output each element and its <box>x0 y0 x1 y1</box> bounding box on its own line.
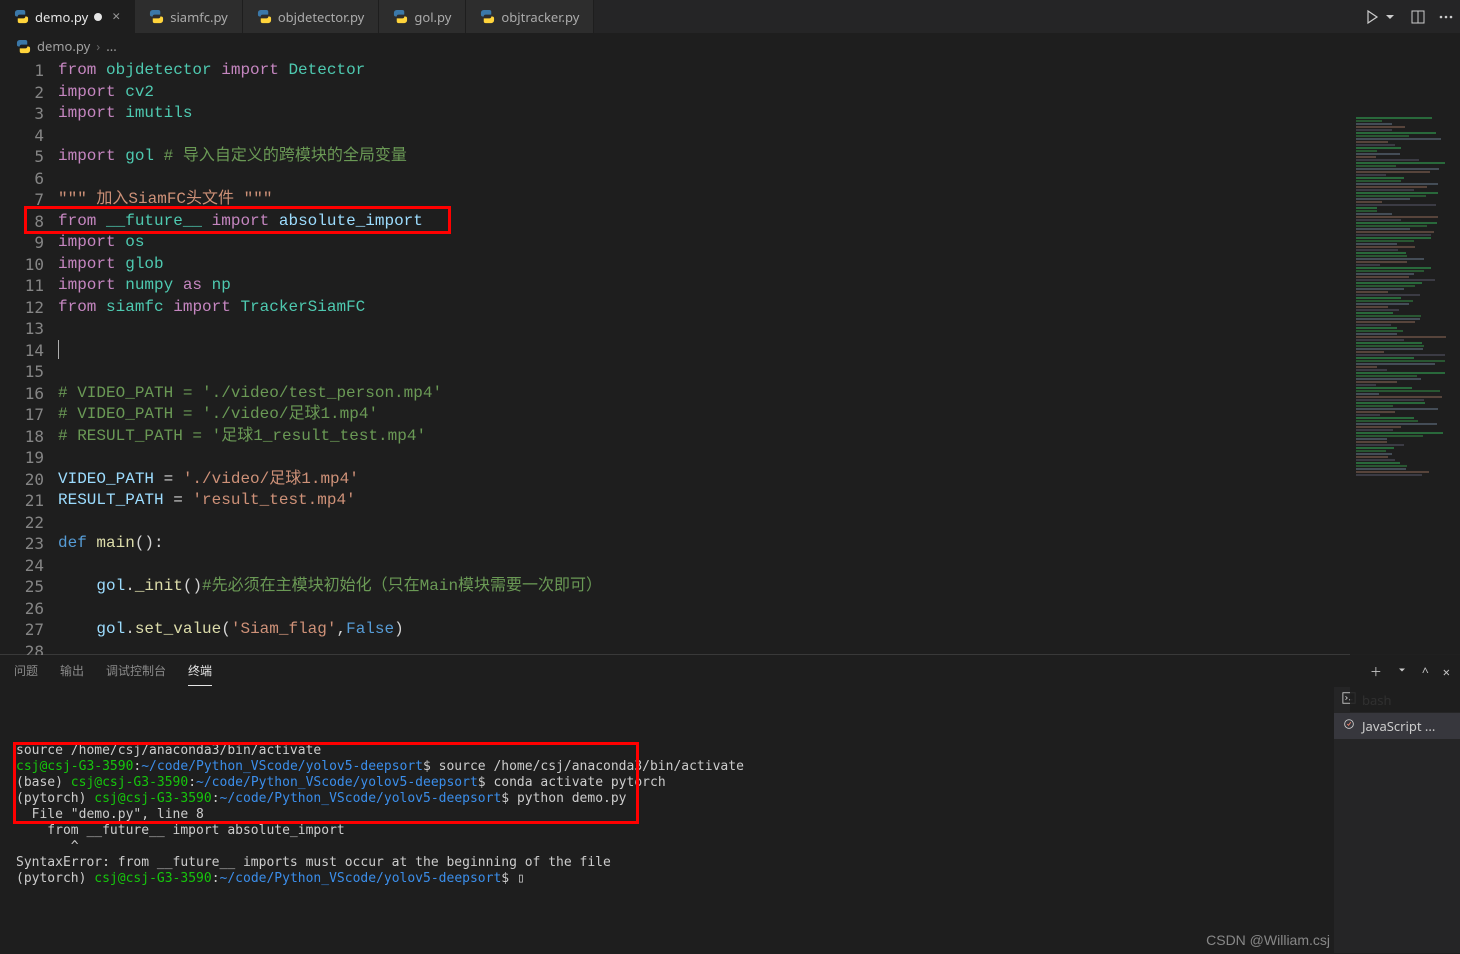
code-content[interactable]: from objdetector import Detectorimport c… <box>58 58 1460 654</box>
shell-label: JavaScript ... <box>1362 717 1435 735</box>
code-line: from objdetector import Detector <box>58 60 1460 82</box>
code-line: from siamfc import TrackerSiamFC <box>58 297 1460 319</box>
code-line: import os <box>58 232 1460 254</box>
tab-demo-py[interactable]: demo.py × <box>0 0 135 33</box>
terminal-output[interactable]: source /home/csj/anaconda3/bin/activatec… <box>0 687 1334 953</box>
panel-tab-终端[interactable]: 终端 <box>188 656 212 686</box>
minimap[interactable] <box>1350 116 1460 712</box>
code-line: # VIDEO_PATH = './video/test_person.mp4' <box>58 383 1460 405</box>
python-icon <box>16 39 31 54</box>
maximize-panel-button[interactable]: ^ <box>1422 663 1429 680</box>
code-line: VIDEO_PATH = './video/足球1.mp4' <box>58 469 1460 491</box>
code-line: import cv2 <box>58 82 1460 104</box>
code-line: """ 加入SiamFC头文件 """ <box>58 189 1460 211</box>
code-line <box>58 447 1460 469</box>
code-line: import gol # 导入自定义的跨模块的全局变量 <box>58 146 1460 168</box>
code-line: import glob <box>58 254 1460 276</box>
terminal: source /home/csj/anaconda3/bin/activatec… <box>0 687 1460 953</box>
run-button[interactable] <box>1364 9 1380 25</box>
code-line: # RESULT_PATH = '足球1_result_test.mp4' <box>58 426 1460 448</box>
code-line: from __future__ import absolute_import <box>58 211 1460 233</box>
panel-tab-bar: 问题输出调试控制台终端 ＋ ^ ✕ <box>0 655 1460 687</box>
code-line: # VIDEO_PATH = './video/足球1.mp4' <box>58 404 1460 426</box>
terminal-line: (base) csj@csj-G3-3590:~/code/Python_VSc… <box>16 775 1318 791</box>
tab-label: objdetector.py <box>278 8 365 26</box>
more-actions-button[interactable] <box>1438 9 1454 25</box>
python-icon <box>393 9 408 24</box>
panel-tab-输出[interactable]: 输出 <box>60 656 84 686</box>
terminal-line: csj@csj-G3-3590:~/code/Python_VScode/yol… <box>16 759 1318 775</box>
split-editor-button[interactable] <box>1410 9 1426 25</box>
panel-tab-问题[interactable]: 问题 <box>14 656 38 686</box>
dirty-indicator <box>94 13 102 21</box>
run-dropdown[interactable] <box>1382 9 1398 25</box>
terminal-dropdown[interactable] <box>1396 663 1408 680</box>
tab-label: objtracker.py <box>501 8 579 26</box>
code-line <box>58 340 1460 362</box>
tab-objtracker-py[interactable]: objtracker.py <box>466 0 594 33</box>
python-icon <box>480 9 495 24</box>
code-line <box>58 168 1460 190</box>
watermark: CSDN @William.csj <box>1206 932 1330 948</box>
shell-JavaScript-[interactable]: JavaScript ... <box>1334 713 1460 739</box>
code-line: def main(): <box>58 533 1460 555</box>
code-line <box>58 125 1460 147</box>
code-line <box>58 512 1460 534</box>
terminal-line: File "demo.py", line 8 <box>16 807 1318 823</box>
terminal-shell-list: bashJavaScript ... <box>1334 687 1460 953</box>
python-icon <box>149 9 164 24</box>
code-line: import numpy as np <box>58 275 1460 297</box>
tab-label: gol.py <box>414 8 451 26</box>
editor-tab-bar: demo.py × siamfc.py objdetector.py gol.py obj… <box>0 0 1460 34</box>
close-icon[interactable]: × <box>112 7 120 26</box>
tab-label: demo.py <box>35 8 88 26</box>
tab-objdetector-py[interactable]: objdetector.py <box>243 0 380 33</box>
new-terminal-button[interactable]: ＋ <box>1370 663 1382 680</box>
panel-actions: ＋ ^ ✕ <box>1370 655 1450 687</box>
tab-label: siamfc.py <box>170 8 228 26</box>
line-gutter: 1234567891011121314151617181920212223242… <box>0 58 58 654</box>
terminal-line: (pytorch) csj@csj-G3-3590:~/code/Python_… <box>16 871 1318 887</box>
debug-icon <box>1342 717 1356 735</box>
code-line: gol.set_value('Siam_flag',False) <box>58 619 1460 641</box>
code-line: gol._init()#先必须在主模块初始化（只在Main模块需要一次即可） <box>58 576 1460 598</box>
terminal-line: ^ <box>16 839 1318 855</box>
python-icon <box>14 9 29 24</box>
breadcrumb-file[interactable]: demo.py <box>37 37 90 55</box>
breadcrumb-separator: › <box>96 37 100 55</box>
code-line: RESULT_PATH = 'result_test.mp4' <box>58 490 1460 512</box>
breadcrumb[interactable]: demo.py › ... <box>0 34 1460 58</box>
close-panel-button[interactable]: ✕ <box>1443 663 1450 680</box>
terminal-line: from __future__ import absolute_import <box>16 823 1318 839</box>
code-line <box>58 361 1460 383</box>
code-line <box>58 598 1460 620</box>
code-line <box>58 641 1460 655</box>
tab-siamfc-py[interactable]: siamfc.py <box>135 0 243 33</box>
terminal-line: (pytorch) csj@csj-G3-3590:~/code/Python_… <box>16 791 1318 807</box>
panel-tab-调试控制台[interactable]: 调试控制台 <box>106 656 166 686</box>
breadcrumb-rest: ... <box>106 37 116 55</box>
tab-gol-py[interactable]: gol.py <box>379 0 466 33</box>
terminal-line: SyntaxError: from __future__ imports mus… <box>16 855 1318 871</box>
python-icon <box>257 9 272 24</box>
editor[interactable]: 1234567891011121314151617181920212223242… <box>0 58 1460 654</box>
terminal-line: source /home/csj/anaconda3/bin/activate <box>16 743 1318 759</box>
code-line <box>58 318 1460 340</box>
editor-title-actions <box>1364 0 1454 34</box>
code-line <box>58 555 1460 577</box>
code-line: import imutils <box>58 103 1460 125</box>
